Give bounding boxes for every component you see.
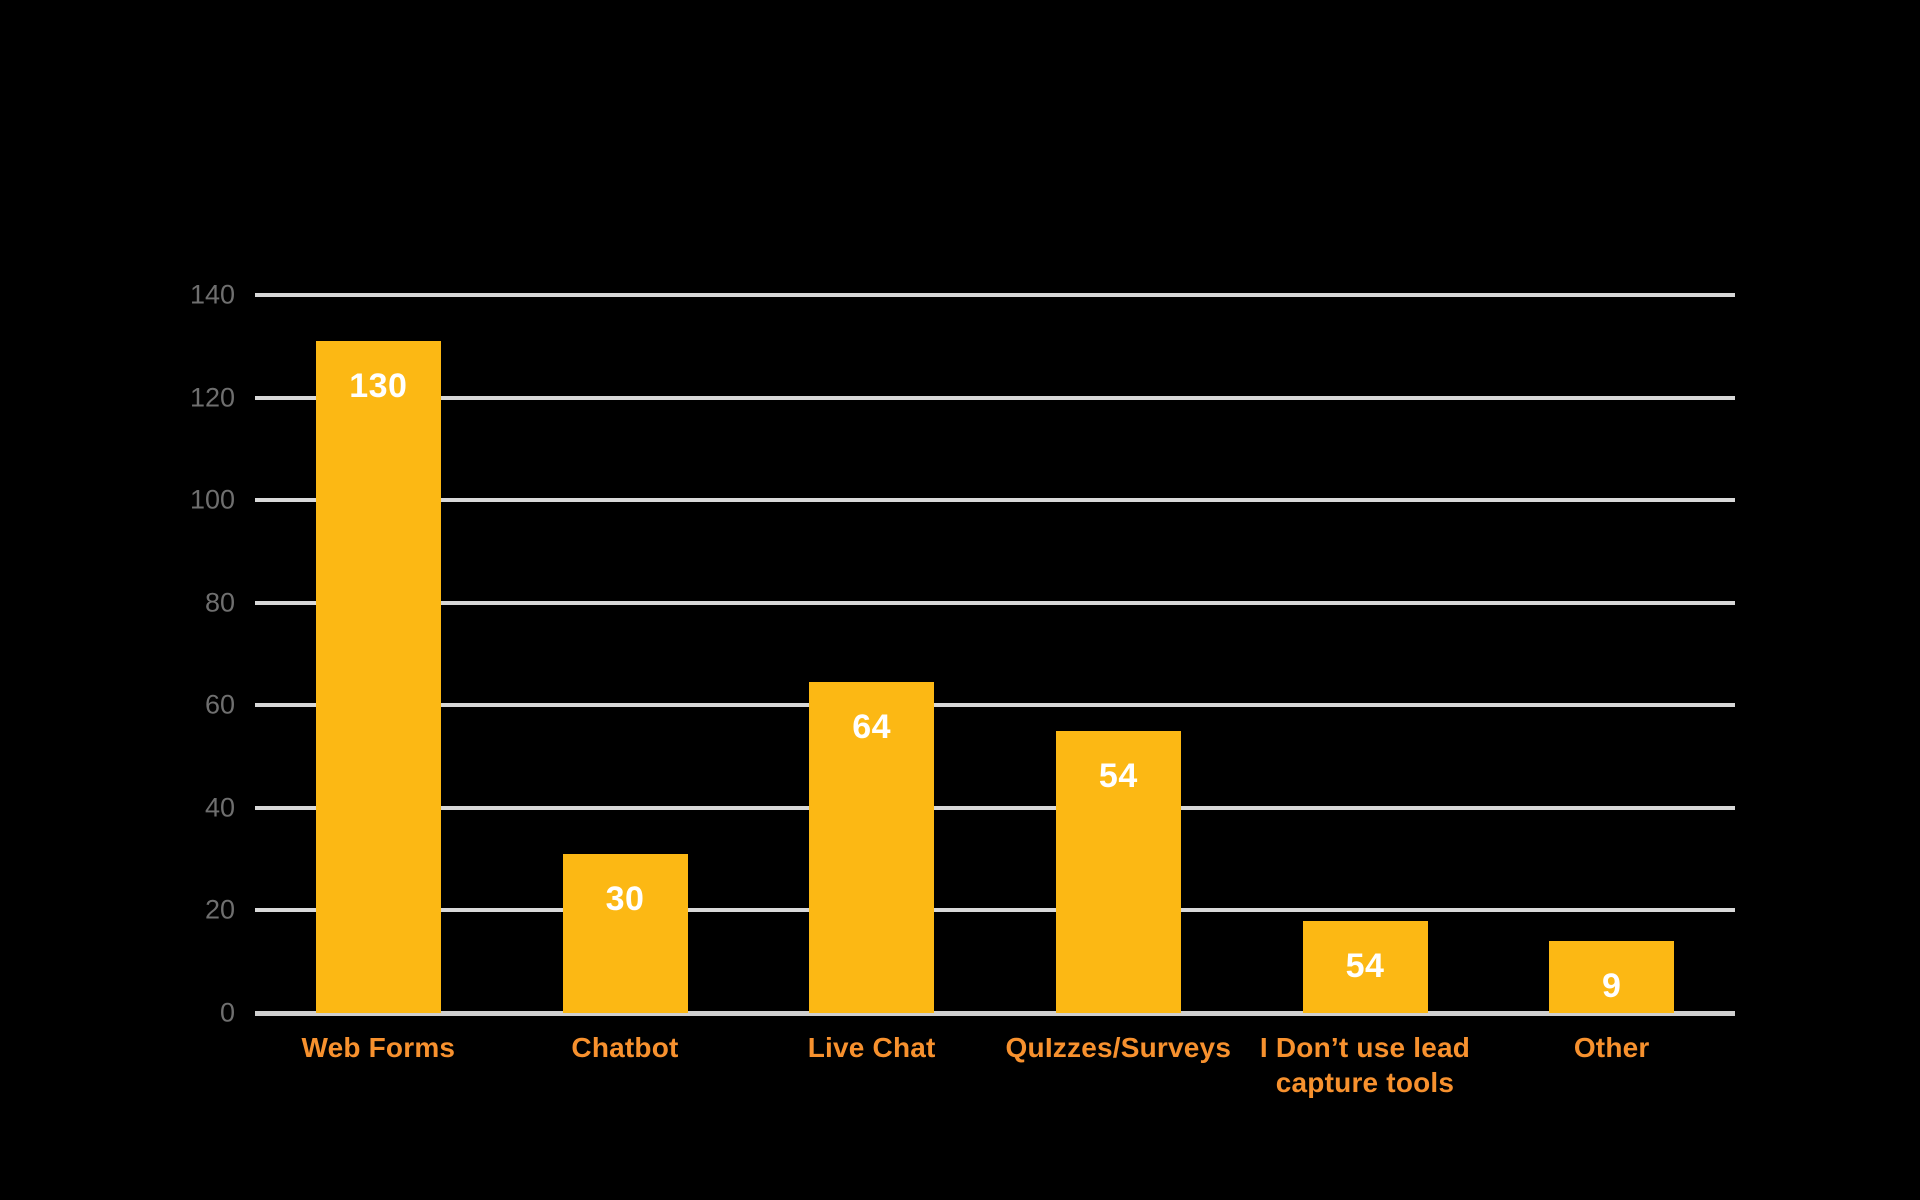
bar-value-label: 64	[852, 708, 892, 747]
y-axis-tick-label: 60	[204, 689, 235, 720]
bar-value-label: 30	[605, 880, 645, 919]
y-axis-tick-label: 100	[189, 484, 235, 515]
y-axis-tick-label: 120	[189, 382, 235, 413]
category-label: QuIzzes/Surveys	[1005, 1032, 1232, 1063]
bar[interactable]: 54	[1302, 920, 1428, 1013]
bar-value-label: 54	[1098, 756, 1138, 795]
bar-chart: 0 20 40 60 80 100 120 140 130 30 64 54 54 9 Web Form…	[0, 0, 1920, 1200]
bar-value-label: 54	[1345, 946, 1385, 985]
y-axis-tick-label: 20	[204, 894, 235, 925]
bar[interactable]: 130	[315, 341, 441, 1013]
x-axis-category-labels: Web Forms Chatbot Live Chat QuIzzes/Surveys…	[255, 1030, 1735, 1160]
bar-value-label: 130	[349, 367, 408, 406]
y-axis-tick-label: 140	[189, 279, 235, 310]
category-label: I Don’t use lead capture tools	[1259, 1032, 1471, 1098]
y-axis-tick-label: 0	[219, 997, 235, 1028]
category-label: Other	[1573, 1032, 1650, 1063]
y-axis-tick-label: 40	[204, 792, 235, 823]
category-label: Live Chat	[807, 1032, 936, 1063]
y-axis-tick-label: 80	[204, 587, 235, 618]
bar-series: 130 30 64 54 54 9	[255, 295, 1735, 1013]
bar[interactable]: 64	[809, 682, 935, 1013]
bar[interactable]: 9	[1549, 941, 1675, 1013]
category-label: Chatbot	[571, 1032, 679, 1063]
category-label: Web Forms	[301, 1032, 456, 1063]
bar[interactable]: 30	[562, 854, 688, 1013]
bar-value-label: 9	[1601, 967, 1622, 1006]
bar[interactable]: 54	[1055, 730, 1181, 1013]
